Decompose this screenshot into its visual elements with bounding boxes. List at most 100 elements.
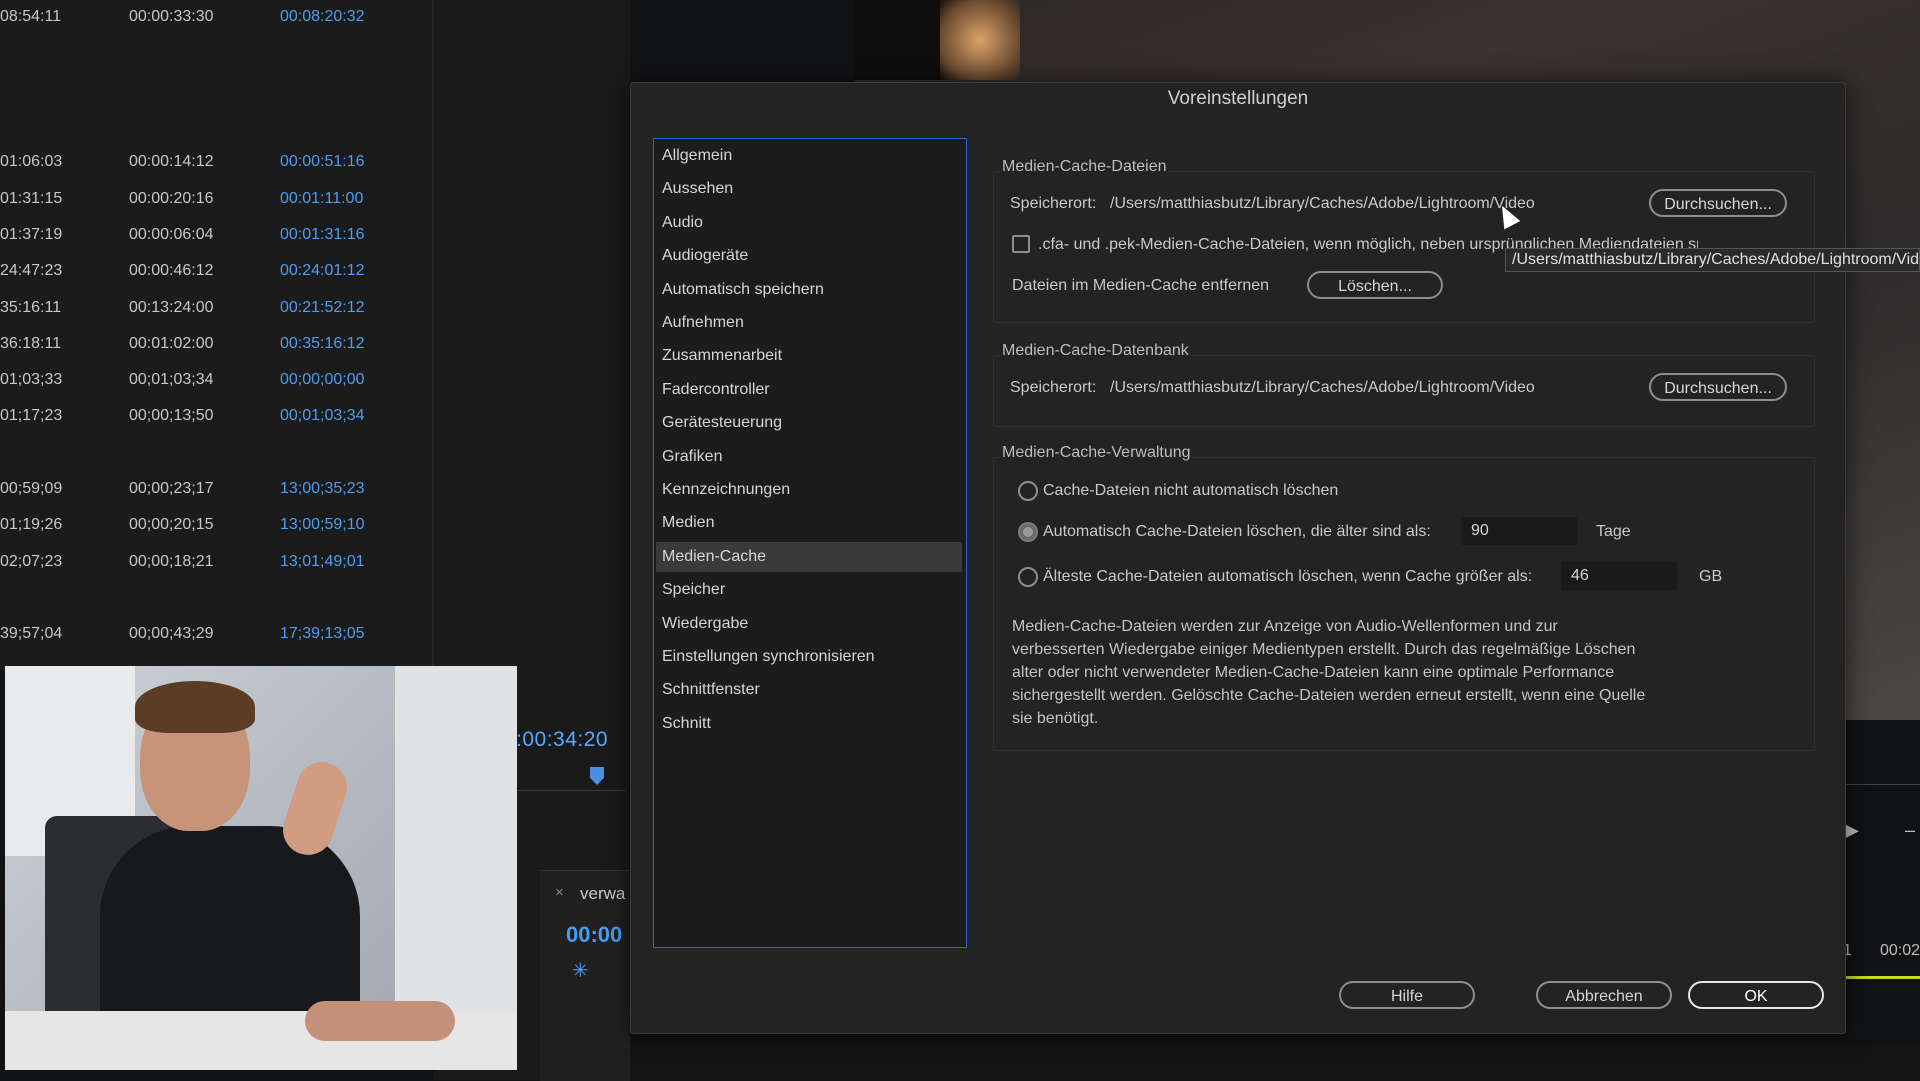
nav-item-fadercontroller[interactable]: Fadercontroller bbox=[656, 375, 962, 405]
delete-oldest-radio[interactable] bbox=[1018, 567, 1038, 587]
group-title: Medien-Cache-Datenbank bbox=[1000, 342, 1191, 360]
no-auto-delete-radio[interactable] bbox=[1018, 481, 1038, 501]
nav-item-schnittfenster[interactable]: Schnittfenster bbox=[656, 675, 962, 705]
group-title: Medien-Cache-Verwaltung bbox=[1000, 444, 1193, 462]
browse-button[interactable]: Durchsuchen... bbox=[1649, 189, 1787, 217]
video-lamp bbox=[940, 0, 1020, 80]
help-button[interactable]: Hilfe bbox=[1339, 981, 1475, 1009]
group-title: Medien-Cache-Dateien bbox=[1000, 158, 1169, 176]
duration-cell: 00;00;23;17 bbox=[129, 480, 214, 497]
duration-cell: 00;00;43;29 bbox=[129, 625, 214, 642]
project-list-row[interactable]: 01:31:15 00:00:20:16 00:01:11:00 bbox=[0, 182, 430, 218]
close-icon[interactable]: × bbox=[555, 884, 564, 901]
project-list-panel: 08:54:11 00:00:33:30 00:08:20:32 01:06:03 00… bbox=[0, 0, 432, 670]
in-point-cell: 39;57;04 bbox=[0, 625, 63, 642]
store-beside-originals-checkbox[interactable] bbox=[1012, 235, 1030, 253]
duration-cell: 00:00:46:12 bbox=[129, 262, 214, 279]
duration-cell: 00:00:14:12 bbox=[129, 153, 214, 170]
in-point-cell: 01;03;33 bbox=[0, 371, 63, 388]
duration-cell: 00:13:24:00 bbox=[129, 299, 214, 316]
play-icon[interactable]: ▶ bbox=[1845, 820, 1859, 841]
duration-cell: 00:01:02:00 bbox=[129, 335, 214, 352]
media-start-cell: 00:35:16:12 bbox=[280, 335, 365, 352]
media-start-cell: 00;00;00;00 bbox=[280, 371, 365, 388]
nav-item-wiedergabe[interactable]: Wiedergabe bbox=[656, 609, 962, 639]
timeline-ruler bbox=[516, 780, 626, 791]
project-list-row[interactable]: 01;17;23 00;00;13;50 00;01;03;34 bbox=[0, 399, 430, 435]
cache-description: Medien-Cache-Dateien werden zur Anzeige … bbox=[1012, 618, 1646, 727]
preferences-nav-list: Allgemein Aussehen Audio Audiogeräte Automat… bbox=[653, 138, 967, 948]
webcam-overlay bbox=[5, 666, 517, 1070]
dialog-title: Voreinstellungen bbox=[1167, 88, 1309, 109]
delete-button[interactable]: Löschen... bbox=[1307, 271, 1443, 299]
duration-cell: 00:00:06:04 bbox=[129, 226, 214, 243]
project-list-row[interactable]: 01;19;26 00;00;20;15 13;00;59;10 bbox=[0, 508, 430, 544]
project-list-row[interactable]: 35:16:11 00:13:24:00 00:21:52:12 bbox=[0, 291, 430, 327]
project-list-row[interactable]: 08:54:11 00:00:33:30 00:08:20:32 bbox=[0, 0, 430, 36]
work-area-bar bbox=[1845, 976, 1920, 979]
project-list-row[interactable]: 00;59;09 00;00;23;17 13;00;35;23 bbox=[0, 472, 430, 508]
in-point-cell: 00;59;09 bbox=[0, 480, 63, 497]
cancel-button[interactable]: Abbrechen bbox=[1536, 981, 1672, 1009]
radio-label: Automatisch Cache-Dateien löschen, die ä… bbox=[1043, 523, 1431, 540]
size-unit-label: GB bbox=[1699, 568, 1723, 585]
media-start-cell: 13;00;35;23 bbox=[280, 480, 365, 497]
project-list-row[interactable]: 02;07;23 00;00;18;21 13;01;49;01 bbox=[0, 545, 430, 581]
media-start-cell: 00:24:01:12 bbox=[280, 262, 365, 279]
in-point-cell: 01:37:19 bbox=[0, 226, 63, 243]
nav-item-allgemein[interactable]: Allgemein bbox=[656, 141, 962, 171]
preferences-dialog: Voreinstellungen Allgemein Aussehen Audio A… bbox=[630, 82, 1846, 1034]
media-start-cell: 00:01:11:00 bbox=[280, 190, 364, 207]
duration-cell: 00:00:20:16 bbox=[129, 190, 214, 207]
nav-item-aufnehmen[interactable]: Aufnehmen bbox=[656, 308, 962, 338]
project-list-row[interactable]: 39;57;04 00;00;43;29 17;39;13;05 bbox=[0, 617, 430, 653]
media-start-cell: 13;01;49;01 bbox=[280, 553, 365, 570]
days-input[interactable] bbox=[1461, 517, 1577, 545]
duration-cell: 00;00;18;21 bbox=[129, 553, 214, 570]
nav-item-schnitt[interactable]: Schnitt bbox=[656, 709, 962, 739]
media-start-cell: 17;39;13;05 bbox=[280, 625, 365, 642]
location-label: Speicherort: bbox=[1010, 195, 1097, 212]
in-point-cell: 24:47:23 bbox=[0, 262, 63, 279]
dash-icon[interactable]: – bbox=[1905, 820, 1915, 841]
nav-item-aussehen[interactable]: Aussehen bbox=[656, 174, 962, 204]
project-list-row[interactable]: 24:47:23 00:00:46:12 00:24:01:12 bbox=[0, 254, 430, 290]
in-point-cell: 01:06:03 bbox=[0, 153, 63, 170]
browse-button[interactable]: Durchsuchen... bbox=[1649, 373, 1787, 401]
nav-item-speicher[interactable]: Speicher bbox=[656, 575, 962, 605]
path-tooltip: /Users/matthiasbutz/Library/Caches/Adobe… bbox=[1505, 248, 1920, 272]
nav-item-automatisch-speichern[interactable]: Automatisch speichern bbox=[656, 275, 962, 305]
duration-cell: 00;01;03;34 bbox=[129, 371, 214, 388]
in-point-cell: 08:54:11 bbox=[0, 8, 62, 25]
media-start-cell: 00;01;03;34 bbox=[280, 407, 365, 424]
nav-item-audio[interactable]: Audio bbox=[656, 208, 962, 238]
media-start-cell: 00:01:31:16 bbox=[280, 226, 365, 243]
radio-label: Cache-Dateien nicht automatisch löschen bbox=[1043, 482, 1339, 499]
radio-label: Älteste Cache-Dateien automatisch lösche… bbox=[1043, 568, 1533, 585]
project-list-row[interactable]: 01;03;33 00;01;03;34 00;00;00;00 bbox=[0, 363, 430, 399]
nav-item-gerätesteuerung[interactable]: Gerätesteuerung bbox=[656, 408, 962, 438]
project-list-row[interactable]: 01:37:19 00:00:06:04 00:01:31:16 bbox=[0, 218, 430, 254]
program-timecode: :00:34:20 bbox=[516, 728, 609, 751]
nav-item-kennzeichnungen[interactable]: Kennzeichnungen bbox=[656, 475, 962, 505]
sequence-tab-title[interactable]: verwa bbox=[580, 884, 625, 904]
size-input[interactable] bbox=[1561, 562, 1677, 590]
in-point-cell: 01;19;26 bbox=[0, 516, 63, 533]
in-point-cell: 36:18:11 bbox=[0, 335, 62, 352]
nav-item-medien-cache[interactable]: Medien-Cache bbox=[656, 541, 962, 572]
nav-item-medien[interactable]: Medien bbox=[656, 508, 962, 538]
monitor-ruler bbox=[1845, 770, 1920, 785]
location-path: /Users/matthiasbutz/Library/Caches/Adobe… bbox=[1110, 379, 1535, 396]
nav-item-einstellungen-synchronisieren[interactable]: Einstellungen synchronisieren bbox=[656, 642, 962, 672]
project-list-row[interactable]: 01:06:03 00:00:14:12 00:00:51:16 bbox=[0, 145, 430, 181]
location-path: /Users/matthiasbutz/Library/Caches/Adobe… bbox=[1110, 195, 1535, 212]
days-unit-label: Tage bbox=[1596, 523, 1631, 540]
snap-icon[interactable]: ✳ bbox=[572, 958, 589, 983]
location-label: Speicherort: bbox=[1010, 379, 1097, 396]
nav-item-grafiken[interactable]: Grafiken bbox=[656, 442, 962, 472]
project-list-row[interactable]: 36:18:11 00:01:02:00 00:35:16:12 bbox=[0, 327, 430, 363]
delete-older-than-radio[interactable] bbox=[1018, 522, 1038, 542]
ok-button[interactable]: OK bbox=[1688, 981, 1824, 1009]
nav-item-audiogeräte[interactable]: Audiogeräte bbox=[656, 241, 962, 271]
nav-item-zusammenarbeit[interactable]: Zusammenarbeit bbox=[656, 341, 962, 371]
